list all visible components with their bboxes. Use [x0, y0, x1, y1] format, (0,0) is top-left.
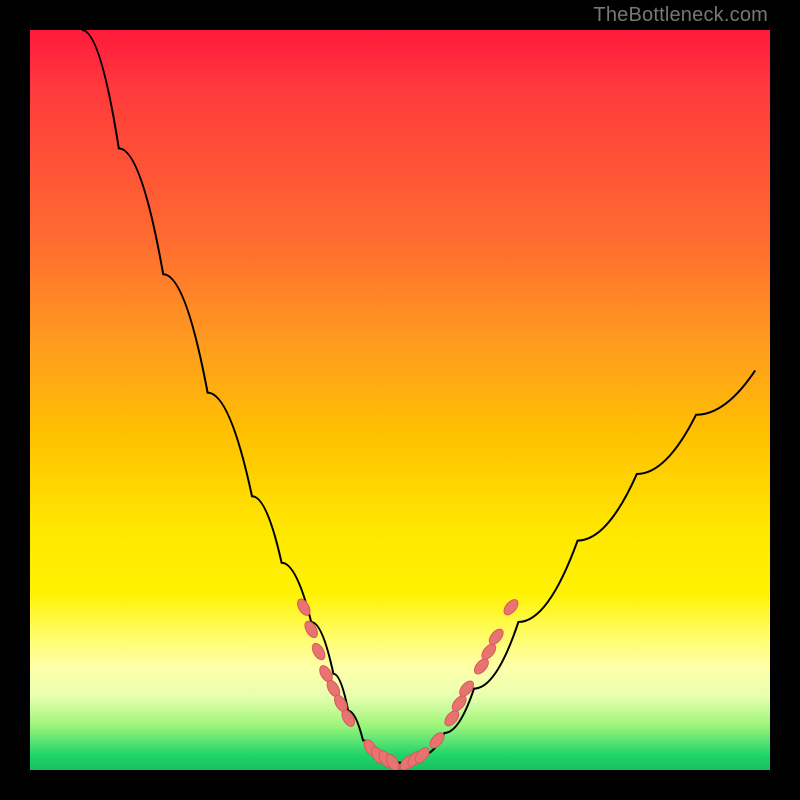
outer-frame: TheBottleneck.com: [0, 0, 800, 800]
marker-dot: [310, 641, 328, 662]
watermark-text: TheBottleneck.com: [593, 4, 768, 27]
marker-dot: [479, 641, 498, 661]
chart-svg: [30, 30, 770, 770]
plot-area: [30, 30, 770, 770]
marker-dot: [442, 708, 461, 728]
marker-dot: [472, 656, 491, 676]
bottleneck-curve: [82, 30, 755, 763]
marker-dot: [501, 597, 520, 617]
marker-dot: [487, 627, 506, 647]
marker-dot: [302, 619, 320, 640]
